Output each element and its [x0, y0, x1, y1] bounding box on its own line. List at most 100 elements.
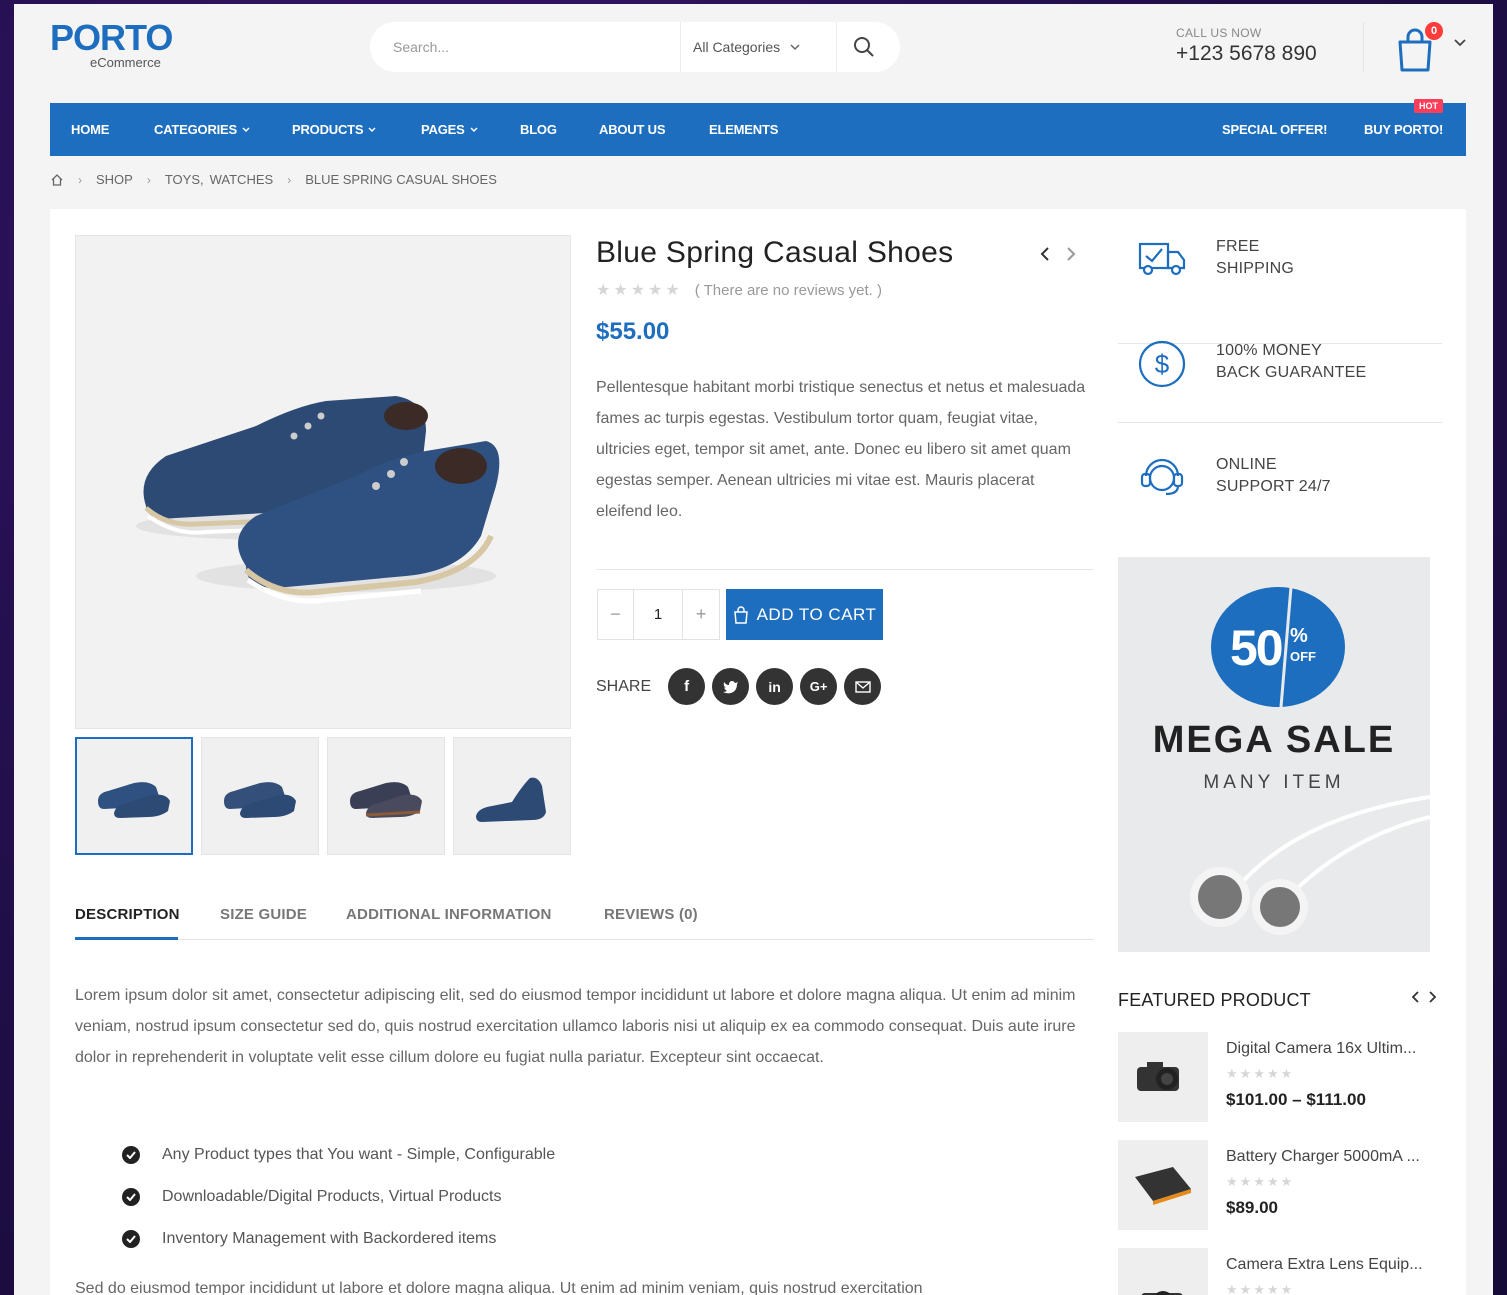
twitter-icon[interactable] — [712, 668, 750, 705]
breadcrumb-current: BLUE SPRING CASUAL SHOES — [305, 172, 497, 187]
header: PORTO eCommerce All Categories CALL US N… — [14, 4, 1493, 102]
cart-button[interactable]: 0 — [1396, 22, 1443, 72]
checklist-item: Downloadable/Digital Products, Virtual P… — [122, 1176, 555, 1218]
mega-sale-banner[interactable]: 50 % OFF MEGA SALE MANY ITEM — [1118, 557, 1430, 952]
nav-products-label: PRODUCTS — [292, 122, 364, 137]
nav-categories[interactable]: CATEGORIES — [154, 122, 250, 137]
chevron-down-icon[interactable] — [1454, 38, 1466, 48]
breadcrumb-separator: › — [146, 172, 151, 187]
nav-blog[interactable]: BLOG — [520, 122, 557, 137]
feature-text: FREE SHIPPING — [1216, 236, 1294, 280]
nav-home[interactable]: HOME — [71, 122, 109, 137]
star-icon: ★ — [648, 282, 663, 299]
checklist-text: Inventory Management with Backordered it… — [162, 1230, 497, 1247]
feature-checklist: Any Product types that You want - Simple… — [122, 1134, 555, 1260]
breadcrumb: › SHOP › TOYS, WATCHES › BLUE SPRING CAS… — [50, 172, 497, 187]
product-description: Pellentesque habitant morbi tristique se… — [596, 379, 1086, 520]
tab-size-guide[interactable]: SIZE GUIDE — [220, 906, 307, 923]
star-icon: ★ — [1226, 1066, 1238, 1081]
chevron-right-icon[interactable] — [1428, 990, 1438, 1004]
checklist-text: Any Product types that You want - Simple… — [162, 1146, 556, 1163]
tab-reviews[interactable]: REVIEWS (0) — [604, 906, 698, 923]
qty-input[interactable]: 1 — [634, 590, 684, 639]
search-input[interactable] — [370, 22, 680, 72]
featured-product[interactable]: Camera Extra Lens Equip... ★ ★ ★ ★ ★ — [1118, 1248, 1448, 1295]
product-price: $55.00 — [596, 318, 670, 345]
thumbnail[interactable] — [453, 737, 571, 855]
nav-blog-label: BLOG — [520, 122, 557, 137]
promo-title: MEGA SALE — [1152, 719, 1396, 761]
checklist-item: Inventory Management with Backordered it… — [122, 1218, 555, 1260]
checklist-text: Downloadable/Digital Products, Virtual P… — [162, 1188, 502, 1205]
breadcrumb-watches[interactable]: WATCHES — [210, 172, 274, 187]
category-select[interactable]: All Categories — [681, 22, 836, 72]
featured-product[interactable]: Battery Charger 5000mA ... ★ ★ ★ ★ ★ $89.00 — [1118, 1140, 1448, 1230]
thumbnail[interactable] — [75, 737, 193, 855]
chevron-right-icon[interactable] — [1066, 246, 1076, 262]
featured-product-name[interactable]: Camera Extra Lens Equip... — [1226, 1256, 1423, 1274]
shoe-thumbnail-image — [98, 782, 170, 818]
nav-elements[interactable]: ELEMENTS — [709, 122, 778, 137]
product-tabs: DESCRIPTION SIZE GUIDE ADDITIONAL INFORM… — [75, 904, 1094, 940]
nav-buy-porto[interactable]: BUY PORTO! — [1364, 122, 1443, 137]
main-nav: HOME CATEGORIES PRODUCTS PAGES BLOG ABOU… — [50, 99, 1466, 156]
nav-pages[interactable]: PAGES — [421, 122, 478, 137]
search-icon — [854, 37, 874, 57]
star-icon: ★ — [1253, 1282, 1265, 1295]
feature-free-shipping: FREE SHIPPING — [1118, 234, 1442, 344]
shoe-thumbnail-image — [350, 782, 422, 818]
thumbnail[interactable] — [201, 737, 319, 855]
star-icon: ★ — [630, 282, 646, 299]
featured-product-name[interactable]: Digital Camera 16x Ultim... — [1226, 1040, 1416, 1058]
email-icon[interactable] — [844, 668, 882, 705]
nav-about-us[interactable]: ABOUT US — [599, 122, 665, 137]
active-tab-indicator — [75, 937, 178, 940]
featured-product[interactable]: Digital Camera 16x Ultim... ★ ★ ★ ★ ★ $101.0… — [1118, 1032, 1448, 1122]
home-icon[interactable] — [50, 173, 64, 187]
add-to-cart-label: ADD TO CART — [756, 604, 877, 624]
rating: ★ ★ ★ ★ ★ ( There are no reviews yet. ) — [596, 280, 882, 300]
feature-money-back: $ 100% MONEY BACK GUARANTEE — [1118, 336, 1442, 423]
add-to-cart-button[interactable]: ADD TO CART — [726, 589, 883, 640]
tab-additional-information[interactable]: ADDITIONAL INFORMATION — [346, 906, 552, 923]
star-icon: ★ — [1280, 1066, 1293, 1081]
truck-icon — [1138, 242, 1186, 276]
thumbnail-strip — [75, 737, 571, 855]
feature-line: ONLINE — [1216, 456, 1277, 473]
camera-lens-image — [1118, 1248, 1208, 1295]
featured-product-name[interactable]: Battery Charger 5000mA ... — [1226, 1148, 1420, 1166]
qty-increase-button[interactable]: + — [683, 590, 719, 639]
tab-description[interactable]: DESCRIPTION — [75, 906, 180, 923]
svg-text:$: $ — [1155, 349, 1170, 379]
featured-title: FEATURED PRODUCT — [1118, 990, 1311, 1010]
breadcrumb-shop[interactable]: SHOP — [96, 172, 133, 187]
call-label: CALL US NOW — [1176, 26, 1262, 40]
google-plus-icon[interactable]: G+ — [800, 668, 838, 705]
breadcrumb-separator: › — [287, 172, 292, 187]
search-button[interactable] — [837, 22, 891, 72]
nav-products[interactable]: PRODUCTS — [292, 122, 376, 137]
product-title: Blue Spring Casual Shoes — [596, 236, 954, 269]
thumbnail[interactable] — [327, 737, 445, 855]
logo-text: PORTO — [50, 17, 173, 58]
chevron-left-icon[interactable] — [1040, 246, 1050, 262]
feature-online-support: ONLINE SUPPORT 24/7 — [1118, 444, 1442, 554]
qty-decrease-button[interactable]: − — [598, 590, 634, 639]
linkedin-icon[interactable]: in — [756, 668, 794, 705]
share-bar: SHARE f in G+ — [596, 668, 882, 705]
phone-number[interactable]: +123 5678 890 — [1176, 42, 1317, 66]
check-circle-icon — [122, 1230, 140, 1248]
featured-product-price: $89.00 — [1226, 1198, 1278, 1217]
rating: ★ ★ ★ ★ ★ — [1226, 1174, 1292, 1190]
description-paragraph: Lorem ipsum dolor sit amet, consectetur … — [75, 987, 1076, 1066]
reviews-note[interactable]: ( There are no reviews yet. ) — [695, 282, 882, 299]
breadcrumb-toys[interactable]: TOYS, — [165, 172, 204, 187]
product-main-image[interactable] — [75, 235, 571, 729]
check-circle-icon — [122, 1188, 140, 1206]
star-icon: ★ — [1280, 1282, 1293, 1295]
facebook-icon[interactable]: f — [668, 668, 706, 705]
chevron-left-icon[interactable] — [1410, 990, 1420, 1004]
nav-special-offer[interactable]: SPECIAL OFFER! — [1222, 122, 1328, 137]
logo[interactable]: PORTO eCommerce — [50, 17, 173, 71]
feature-line: BACK GUARANTEE — [1216, 364, 1367, 381]
